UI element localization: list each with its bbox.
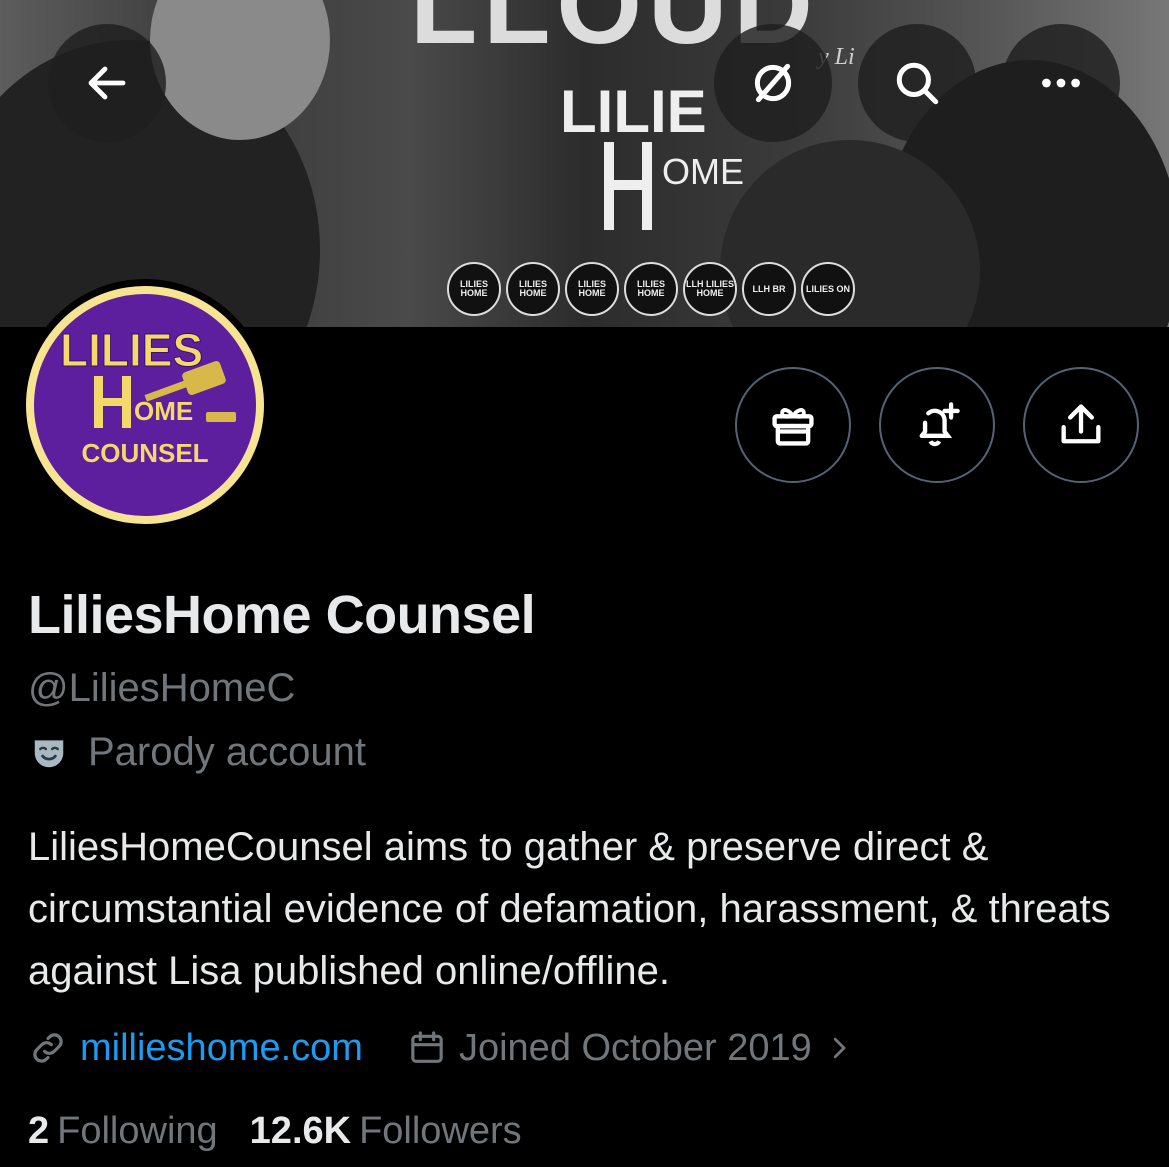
search-icon [896,62,939,105]
banner-logo-bottom: OME [662,151,744,192]
gift-icon [772,408,814,446]
avatar[interactable]: LILIES OME COUNSEL [19,279,271,531]
handle: @LiliesHomeC [28,666,296,710]
search-button[interactable] [858,24,976,142]
chevron-right-icon [833,1037,846,1059]
joined-text: Joined October 2019 [458,1026,812,1069]
bio: LiliesHomeCounsel aims to gather & prese… [28,825,1111,993]
avatar-line3: COUNSEL [81,438,208,468]
banner-badge: LILIES ON [801,262,855,316]
following-count: 2 [28,1110,50,1152]
banner-badge: LILIES HOME [624,262,678,316]
banner-badge: LLH BR [742,262,796,316]
banner-logo-top: LILIE [560,80,707,145]
parody-label-row: Parody account [30,730,366,775]
joined-date[interactable]: Joined October 2019 [407,1027,854,1070]
avatar-border: LILIES OME COUNSEL [26,286,264,524]
profile-banner[interactable]: LLOUD y Li LILIE OME LILIES HOME LILIES … [0,0,1169,327]
parody-label: Parody account [88,730,366,774]
gift-button[interactable] [735,367,851,483]
link-icon [33,1033,63,1063]
avatar-line1: LILIES [60,324,203,376]
followers-count: 12.6K [249,1110,352,1152]
banner-badge: LILIES HOME [447,262,501,316]
banner-badge: LILIES HOME [565,262,619,316]
back-button[interactable] [48,24,166,142]
bell-plus-icon [919,402,960,447]
avatar-logo: LILIES OME COUNSEL [34,294,256,516]
followers-stat[interactable]: 12.6K Followers [250,1110,522,1153]
website-text[interactable]: millieshome.com [80,1027,363,1070]
circle-slash-icon [754,63,792,103]
nofollow-button[interactable] [714,24,832,142]
theater-mask-icon [34,739,64,767]
share-button[interactable] [1023,367,1139,483]
ellipsis-icon [1042,78,1080,88]
notifications-button[interactable] [879,367,995,483]
profile-meta: millieshome.com Joined October 2019 [28,1025,854,1071]
more-button[interactable] [1002,24,1120,142]
avatar-line2: OME [134,396,193,426]
following-label: Following [57,1110,218,1152]
display-name: LiliesHome Counsel [28,585,536,645]
banner-badge: LLH LILIES HOME [683,262,737,316]
banner-badges: LILIES HOME LILIES HOME LILIES HOME LILI… [447,262,855,316]
followers-label: Followers [359,1110,522,1152]
website-link[interactable]: millieshome.com [28,1027,363,1070]
following-stat[interactable]: 2 Following [28,1110,218,1153]
banner-badge: LILIES HOME [506,262,560,316]
arrow-left-icon [88,66,126,100]
share-icon [1061,404,1101,444]
calendar-icon [411,1031,443,1063]
follow-stats: 2 Following 12.6K Followers [28,1110,522,1153]
